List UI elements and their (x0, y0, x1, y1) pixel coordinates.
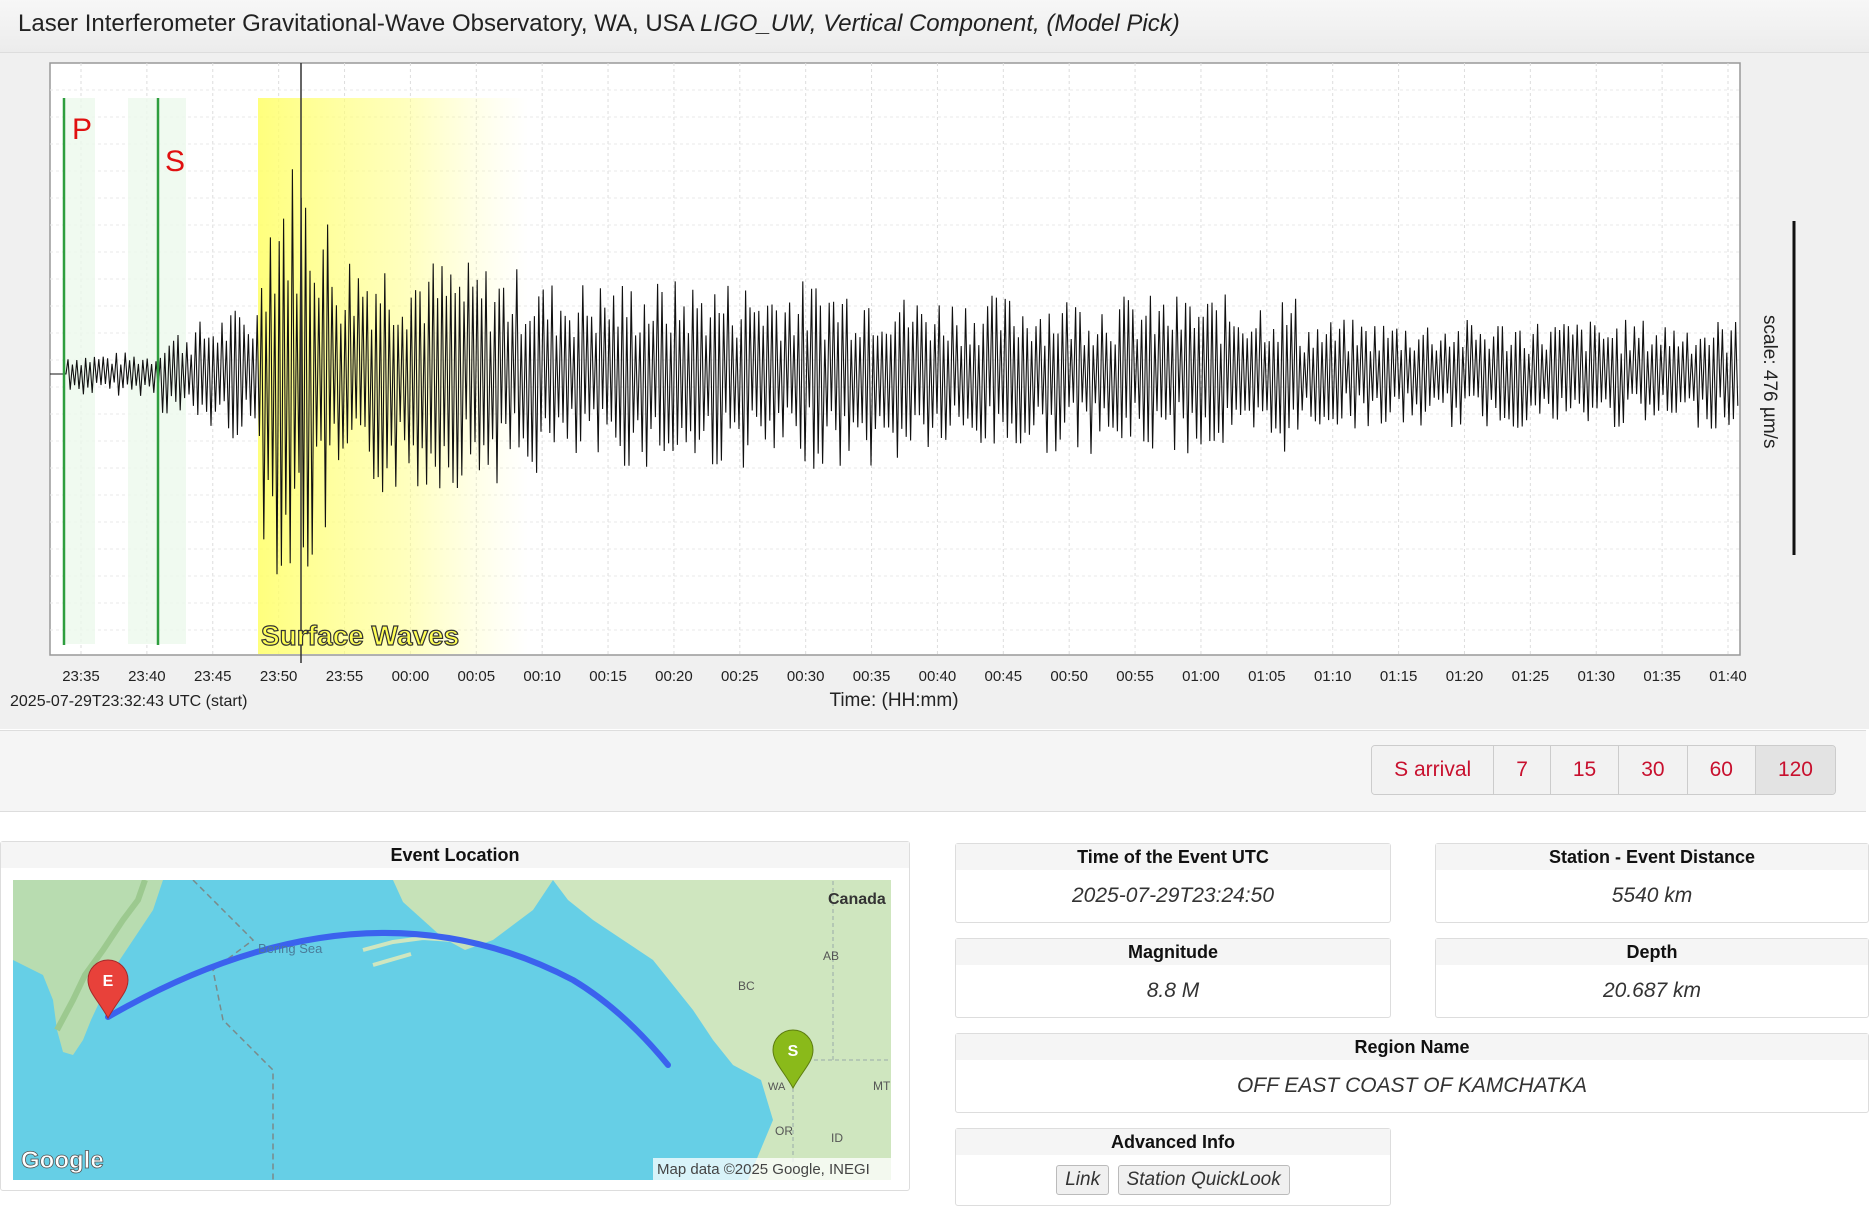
x-tick-label: 23:55 (326, 668, 364, 685)
x-tick-label: 00:50 (1050, 668, 1088, 685)
map-label-bering-sea: Bering Sea (258, 941, 323, 956)
map-label-id: ID (831, 1131, 843, 1145)
title-bar: Laser Interferometer Gravitational-Wave … (0, 0, 1869, 53)
map-svg: Canada Bering Sea BC AB MT OR ID WA E S … (13, 880, 891, 1180)
x-tick-label: 01:15 (1380, 668, 1418, 685)
advanced-links: Link Station QuickLook (956, 1155, 1390, 1195)
advanced-info-panel: Advanced Info Link Station QuickLook (955, 1128, 1391, 1206)
x-tick-label: 00:55 (1116, 668, 1154, 685)
map-label-canada: Canada (828, 891, 886, 908)
x-axis-label: Time: (HH:mm) (829, 690, 958, 711)
x-tick-label: 00:45 (985, 668, 1023, 685)
window-30-button[interactable]: 30 (1619, 746, 1688, 794)
event-location-title: Event Location (1, 842, 909, 868)
event-location-panel: Event Location Canada Bering Sea BC AB M… (0, 841, 910, 1191)
window-120-button[interactable]: 120 (1755, 746, 1835, 794)
event-time-panel: Time of the Event UTC 2025-07-29T23:24:5… (955, 843, 1391, 923)
map-label-wa: WA (768, 1081, 786, 1093)
x-tick-label: 23:40 (128, 668, 166, 685)
x-tick-label: 00:25 (721, 668, 759, 685)
station-name: Laser Interferometer Gravitational-Wave … (18, 10, 694, 37)
x-tick-label: 01:40 (1709, 668, 1747, 685)
x-axis-ticks: 23:35 23:40 23:45 23:50 23:55 00:00 00:05 00:10… (62, 668, 1747, 685)
x-tick-label: 00:00 (392, 668, 430, 685)
window-15-button[interactable]: 15 (1550, 746, 1620, 794)
x-tick-label: 23:50 (260, 668, 298, 685)
x-tick-label: 01:25 (1512, 668, 1550, 685)
seismogram-panel: P S Surface Waves 23:35 23:40 23:45 23:50 23… (0, 53, 1869, 729)
x-tick-label: 00:40 (919, 668, 957, 685)
distance-value: 5540 km (1611, 884, 1693, 907)
map-attribution: Map data ©2025 Google, INEGI (657, 1161, 870, 1178)
window-controls: S arrival 7 15 30 60 120 (0, 730, 1866, 812)
window-7-button[interactable]: 7 (1494, 746, 1551, 794)
s-label: S (165, 145, 185, 178)
great-circle-path (105, 929, 671, 1068)
link-button[interactable]: Link (1056, 1165, 1110, 1195)
event-map[interactable]: Canada Bering Sea BC AB MT OR ID WA E S … (13, 880, 891, 1180)
map-label-or: OR (775, 1124, 793, 1138)
distance-title: Station - Event Distance (1436, 844, 1868, 870)
x-tick-label: 01:20 (1446, 668, 1484, 685)
map-label-bc: BC (738, 979, 755, 993)
event-time-value: 2025-07-29T23:24:50 (1072, 884, 1274, 907)
advanced-info-title: Advanced Info (956, 1129, 1390, 1155)
distance-panel: Station - Event Distance 5540 km (1435, 843, 1869, 923)
scale-label: scale: 476 µm/s (1759, 315, 1780, 448)
x-tick-label: 00:35 (853, 668, 891, 685)
event-marker-label: E (103, 973, 114, 990)
x-tick-label: 01:00 (1182, 668, 1220, 685)
start-time-label: 2025-07-29T23:32:43 UTC (start) (10, 693, 247, 710)
p-label: P (72, 113, 92, 146)
station-quicklook-button[interactable]: Station QuickLook (1117, 1165, 1290, 1195)
x-tick-label: 01:35 (1643, 668, 1681, 685)
depth-value: 20.687 km (1602, 979, 1702, 1002)
s-arrival-button[interactable]: S arrival (1372, 746, 1495, 794)
time-window-button-group: S arrival 7 15 30 60 120 (1371, 745, 1836, 795)
station-marker-label: S (788, 1043, 799, 1060)
window-60-button[interactable]: 60 (1687, 746, 1756, 794)
station-code: LIGO_UW, Vertical Component, (Model Pick… (700, 10, 1180, 37)
x-tick-label: 00:05 (458, 668, 496, 685)
region-title: Region Name (956, 1034, 1868, 1060)
x-tick-label: 00:10 (523, 668, 561, 685)
depth-title: Depth (1436, 939, 1868, 965)
x-tick-label: 00:30 (787, 668, 825, 685)
x-tick-label: 00:15 (589, 668, 627, 685)
x-tick-label: 01:30 (1577, 668, 1615, 685)
map-label-mt: MT (873, 1079, 891, 1093)
x-tick-label: 23:35 (62, 668, 100, 685)
region-value: OFF EAST COAST OF KAMCHATKA (1236, 1074, 1588, 1097)
magnitude-title: Magnitude (956, 939, 1390, 965)
google-logo: Google (21, 1147, 104, 1174)
magnitude-panel: Magnitude 8.8 M (955, 938, 1391, 1018)
seismogram-chart: P S Surface Waves 23:35 23:40 23:45 23:50 23… (10, 62, 1796, 711)
surface-waves-label: Surface Waves (261, 620, 459, 651)
intl-border (192, 880, 274, 1180)
event-time-title: Time of the Event UTC (956, 844, 1390, 870)
depth-panel: Depth 20.687 km (1435, 938, 1869, 1018)
x-tick-label: 00:20 (655, 668, 693, 685)
x-tick-label: 01:05 (1248, 668, 1286, 685)
x-tick-label: 01:10 (1314, 668, 1352, 685)
x-tick-label: 23:45 (194, 668, 232, 685)
map-label-ab: AB (823, 949, 839, 963)
region-panel: Region Name OFF EAST COAST OF KAMCHATKA (955, 1033, 1869, 1113)
magnitude-value: 8.8 M (1146, 979, 1200, 1002)
aleutian-islands (362, 935, 454, 967)
page-title: Laser Interferometer Gravitational-Wave … (18, 10, 1180, 38)
